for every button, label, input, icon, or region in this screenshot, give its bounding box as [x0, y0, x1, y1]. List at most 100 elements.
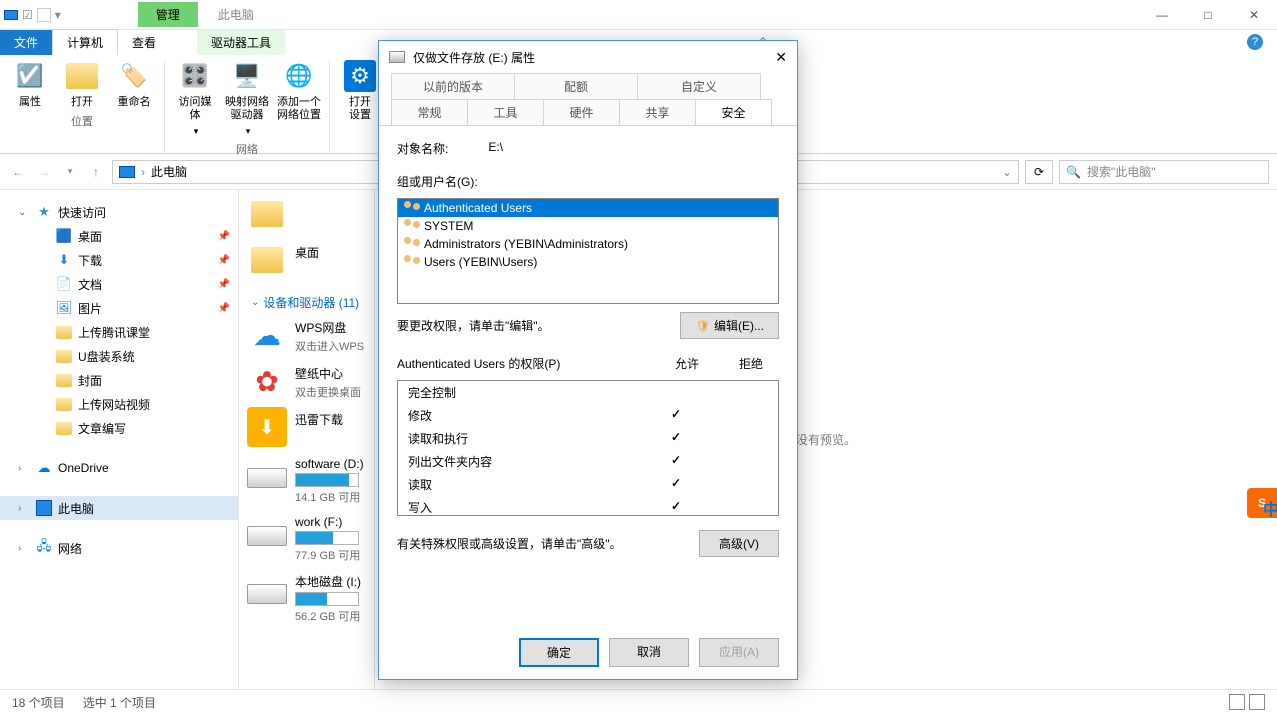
item-xunlei[interactable]: ⬇ 迅雷下载 [247, 407, 374, 447]
ok-button[interactable]: 确定 [519, 638, 599, 667]
view-large-icon[interactable] [1249, 694, 1265, 710]
tab-previous-versions[interactable]: 以前的版本 [391, 73, 515, 99]
user-item[interactable]: SYSTEM [398, 217, 778, 235]
check-icon: ✓ [640, 499, 712, 516]
tab-file[interactable]: 文件 [0, 30, 52, 55]
qat-dropdown-icon[interactable]: ▾ [55, 8, 61, 22]
ime-language-indicator[interactable]: 中 [1263, 496, 1277, 520]
search-placeholder: 搜索"此电脑" [1087, 163, 1156, 180]
tab-quota[interactable]: 配额 [514, 73, 638, 99]
apply-button[interactable]: 应用(A) [699, 638, 779, 667]
ribbon-properties-button[interactable]: ☑️属性 [10, 60, 50, 109]
tab-computer[interactable]: 计算机 [52, 29, 118, 55]
sidebar-quick-access[interactable]: ⌄★快速访问 [0, 200, 238, 224]
maximize-button[interactable]: □ [1185, 0, 1231, 30]
item-wps[interactable]: ☁ WPS网盘双击进入WPS [247, 315, 374, 355]
tab-security[interactable]: 安全 [695, 99, 772, 125]
cancel-button[interactable]: 取消 [609, 638, 689, 667]
xunlei-icon: ⬇ [247, 407, 287, 447]
drive-item[interactable]: software (D:)14.1 GB 可用 [247, 453, 374, 505]
manage-contextual-tab[interactable]: 管理 [138, 2, 198, 27]
drive-item[interactable]: 本地磁盘 (I:)56.2 GB 可用 [247, 569, 374, 624]
ribbon-open-settings-button[interactable]: ⚙打开 设置 [340, 60, 380, 122]
settings-icon: ⚙ [344, 60, 376, 92]
search-input[interactable]: 🔍 搜索"此电脑" [1059, 160, 1269, 184]
permission-list[interactable]: 完全控制修改✓读取和执行✓列出文件夹内容✓读取✓写入✓ [397, 380, 779, 516]
section-devices-drives[interactable]: ⌄设备和驱动器 (11) [247, 286, 374, 315]
check-icon: ✓ [640, 430, 712, 447]
system-menu-icon[interactable] [4, 10, 18, 20]
tab-customize[interactable]: 自定义 [637, 73, 761, 99]
check-icon: ✓ [640, 476, 712, 493]
forward-button[interactable]: → [34, 162, 54, 182]
groups-label: 组或用户名(G): [397, 173, 779, 190]
recent-locations-button[interactable]: ▾ [60, 162, 80, 182]
sidebar-item[interactable]: 封面 [0, 368, 238, 392]
sidebar-item[interactable]: 🟦桌面📌 [0, 224, 238, 248]
users-icon [404, 219, 420, 233]
permission-item: 读取✓ [398, 473, 778, 496]
wps-cloud-icon: ☁ [247, 315, 287, 355]
permission-item: 列出文件夹内容✓ [398, 450, 778, 473]
sidebar-item[interactable]: 📄文档📌 [0, 272, 238, 296]
folder-icon: ⬇ [56, 252, 72, 268]
user-item[interactable]: Users (YEBIN\Users) [398, 253, 778, 271]
pc-icon [36, 500, 52, 516]
sidebar-network[interactable]: ›🖧网络 [0, 536, 238, 560]
sidebar-item[interactable]: ⬇下载📌 [0, 248, 238, 272]
ribbon-group-network: 网络 [236, 141, 258, 157]
folder-open-icon [66, 60, 98, 92]
user-list[interactable]: Authenticated UsersSYSTEMAdministrators … [397, 198, 779, 304]
deny-header: 拒绝 [723, 355, 779, 372]
check-icon [640, 384, 712, 401]
ribbon-map-drive-button[interactable]: 🖥️映射网络 驱动器 [227, 60, 267, 137]
edit-permissions-button[interactable]: 🛡 编辑(E)... [680, 312, 779, 339]
checkbox-icon: ☑️ [14, 60, 46, 92]
sidebar-item[interactable]: 🖼图片📌 [0, 296, 238, 320]
sidebar-item[interactable]: 上传腾讯课堂 [0, 320, 238, 344]
tab-sharing[interactable]: 共享 [619, 99, 696, 125]
up-button[interactable]: ↑ [86, 162, 106, 182]
item-wallpaper[interactable]: ✿ 壁纸中心双击更换桌面 [247, 361, 374, 401]
sidebar-this-pc[interactable]: ›此电脑 [0, 496, 238, 520]
user-item[interactable]: Authenticated Users [398, 199, 778, 217]
folder-desktop[interactable]: 桌面 [247, 240, 374, 280]
permission-item: 读取和执行✓ [398, 427, 778, 450]
wallpaper-icon: ✿ [247, 361, 287, 401]
back-button[interactable]: ← [8, 162, 28, 182]
view-details-icon[interactable] [1229, 694, 1245, 710]
close-button[interactable]: ✕ [1231, 0, 1277, 30]
sidebar-onedrive[interactable]: ›☁OneDrive [0, 456, 238, 480]
tab-view[interactable]: 查看 [118, 30, 170, 55]
ribbon-add-location-button[interactable]: 🌐添加一个 网络位置 [279, 60, 319, 137]
ribbon-open-button[interactable]: 打开 [62, 60, 102, 109]
qat-new-icon[interactable] [37, 8, 51, 22]
minimize-button[interactable]: — [1139, 0, 1185, 30]
ribbon-rename-button[interactable]: 🏷️重命名 [114, 60, 154, 109]
breadcrumb-root[interactable]: 此电脑 [151, 163, 187, 180]
tab-tools[interactable]: 工具 [467, 99, 544, 125]
dialog-close-button[interactable]: ✕ [775, 49, 787, 66]
properties-dialog: 仅做文件存放 (E:) 属性 ✕ 以前的版本 配额 自定义 常规 工具 硬件 共… [378, 40, 798, 680]
help-icon[interactable]: ? [1247, 34, 1263, 50]
folder-icon [56, 324, 72, 340]
tab-general[interactable]: 常规 [391, 99, 468, 125]
tab-drive-tools[interactable]: 驱动器工具 [197, 30, 285, 55]
pc-icon [119, 166, 135, 178]
sidebar-item[interactable]: 文章编写 [0, 416, 238, 440]
advanced-button[interactable]: 高级(V) [699, 530, 779, 557]
user-item[interactable]: Administrators (YEBIN\Administrators) [398, 235, 778, 253]
breadcrumb-separator-icon: › [141, 165, 145, 179]
sidebar-item[interactable]: 上传网站视频 [0, 392, 238, 416]
refresh-button[interactable]: ⟳ [1025, 160, 1053, 184]
ribbon-access-media-button[interactable]: 🎛️访问媒体 [175, 60, 215, 137]
permission-item: 修改✓ [398, 404, 778, 427]
folder-item[interactable] [247, 194, 374, 234]
sidebar-item[interactable]: U盘装系统 [0, 344, 238, 368]
drive-item[interactable]: work (F:)77.9 GB 可用 [247, 511, 374, 563]
tab-hardware[interactable]: 硬件 [543, 99, 620, 125]
network-icon: 🖧 [36, 540, 52, 556]
cloud-icon: ☁ [36, 460, 52, 476]
address-dropdown-icon[interactable]: ⌄ [1002, 165, 1012, 179]
qat-props-icon[interactable]: ☑ [22, 8, 33, 22]
